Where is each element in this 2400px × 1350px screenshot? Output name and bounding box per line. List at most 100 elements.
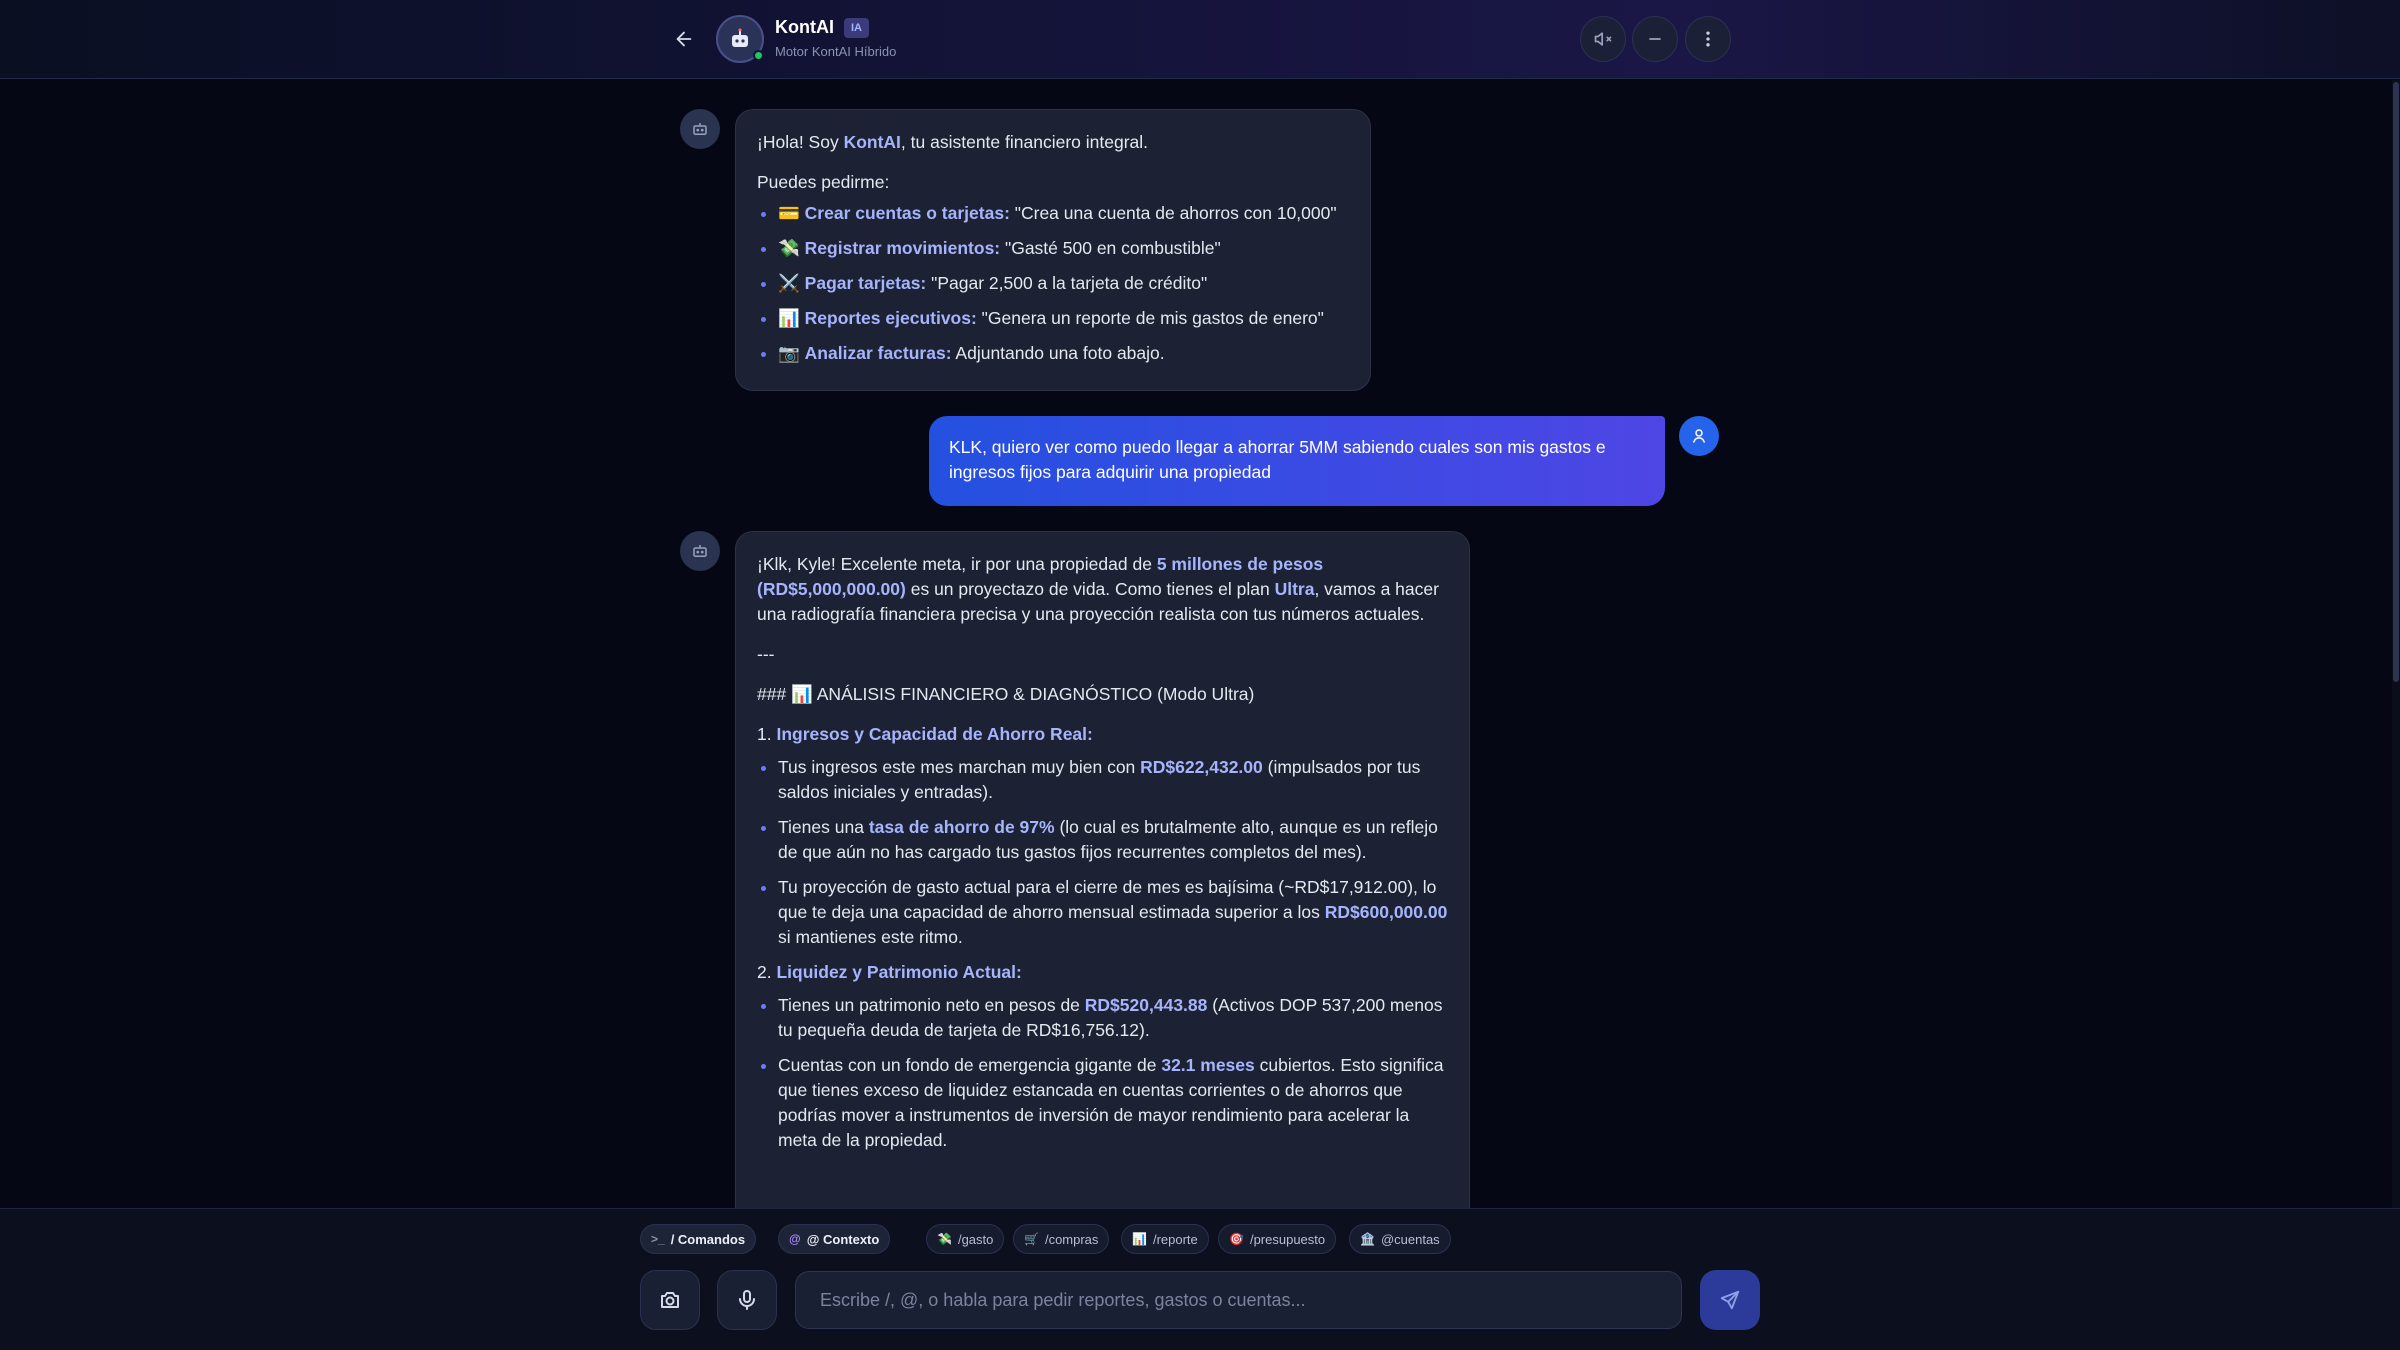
text: si mantienes este ritmo. bbox=[778, 927, 963, 947]
camera-icon bbox=[661, 1292, 679, 1308]
user-icon bbox=[1693, 429, 1705, 443]
microphone-icon bbox=[739, 1290, 755, 1310]
more-options-button[interactable] bbox=[1685, 16, 1731, 62]
bank-icon: 🏦 bbox=[1360, 1232, 1375, 1246]
list-item: 📊 Reportes ejecutivos: "Genera un report… bbox=[757, 306, 1349, 331]
chart-icon: 📊 bbox=[778, 308, 800, 328]
item-label: Crear cuentas o tarjetas: bbox=[804, 203, 1010, 223]
list-item: Tienes una tasa de ahorro de 97% (lo cua… bbox=[757, 815, 1448, 865]
money-icon: 💸 bbox=[778, 238, 800, 258]
greeting-name: KontAI bbox=[843, 132, 901, 152]
chip-label: @ Contexto bbox=[806, 1231, 880, 1247]
at-icon: @ bbox=[789, 1232, 801, 1246]
chart-icon: 📊 bbox=[1132, 1232, 1147, 1246]
chip-gasto[interactable]: 💸 /gasto bbox=[926, 1224, 1005, 1254]
chip-label: /presupuesto bbox=[1249, 1231, 1326, 1247]
greeting-text: , tu asistente financiero integral. bbox=[900, 132, 1149, 152]
microphone-button[interactable] bbox=[717, 1270, 777, 1330]
text: Tienes un patrimonio neto en pesos de bbox=[778, 995, 1085, 1015]
chat-header: KontAI IA Motor KontAI Híbrido bbox=[0, 0, 2400, 79]
robot-icon bbox=[693, 123, 707, 135]
analysis-heading: ### 📊 ANÁLISIS FINANCIERO & DIAGNÓSTICO … bbox=[757, 682, 1448, 707]
list-item: Cuentas con un fondo de emergencia gigan… bbox=[757, 1053, 1448, 1153]
list-item: Tienes un patrimonio neto en pesos de RD… bbox=[757, 993, 1448, 1043]
chip-label: / Comandos bbox=[670, 1231, 746, 1247]
swords-icon: ⚔️ bbox=[778, 273, 800, 293]
target-icon: 🎯 bbox=[1229, 1232, 1244, 1246]
terminal-icon: >_ bbox=[651, 1232, 665, 1246]
list-item: 💳 Crear cuentas o tarjetas: "Crea una cu… bbox=[757, 201, 1349, 226]
list-item: 📷 Analizar facturas: Adjuntando una foto… bbox=[757, 341, 1349, 366]
capabilities-list: 💳 Crear cuentas o tarjetas: "Crea una cu… bbox=[757, 201, 1349, 366]
bot-message-avatar bbox=[680, 109, 720, 149]
chip-label: /gasto bbox=[957, 1231, 994, 1247]
assistant-name: KontAI bbox=[775, 17, 834, 37]
camera-emoji-icon: 📷 bbox=[778, 343, 800, 363]
speaker-mute-icon bbox=[1594, 32, 1612, 46]
scrollbar-thumb[interactable] bbox=[2393, 82, 2399, 682]
chart-icon: 📊 bbox=[791, 684, 813, 704]
item-text: "Pagar 2,500 a la tarjeta de crédito" bbox=[926, 273, 1208, 293]
highlight: RD$622,432.00 bbox=[1140, 757, 1263, 777]
bot-message-greeting: ¡Hola! Soy KontAI, tu asistente financie… bbox=[735, 109, 1371, 391]
text: Tus ingresos este mes marchan muy bien c… bbox=[778, 757, 1141, 777]
chip-reporte[interactable]: 📊 /reporte bbox=[1121, 1224, 1209, 1254]
bot-message-avatar bbox=[680, 531, 720, 571]
section-list: Tienes un patrimonio neto en pesos de RD… bbox=[757, 993, 1448, 1153]
user-avatar bbox=[1679, 416, 1719, 456]
text: Cuentas con un fondo de emergencia gigan… bbox=[778, 1055, 1162, 1075]
chip-context[interactable]: @ @ Contexto bbox=[778, 1224, 891, 1254]
highlight: Ingresos y Capacidad de Ahorro Real: bbox=[776, 724, 1093, 744]
robot-icon bbox=[732, 28, 748, 47]
highlight: 32.1 meses bbox=[1161, 1055, 1255, 1075]
back-button[interactable] bbox=[664, 20, 704, 58]
item-text: "Genera un reporte de mis gastos de ener… bbox=[976, 308, 1324, 328]
list-item: Tu proyección de gasto actual para el ci… bbox=[757, 875, 1448, 950]
bot-message-analysis: ¡Klk, Kyle! Excelente meta, ir por una p… bbox=[735, 531, 1470, 1208]
item-label: Reportes ejecutivos: bbox=[804, 308, 977, 328]
highlight: tasa de ahorro de 97% bbox=[868, 817, 1055, 837]
greeting-line: ¡Hola! Soy KontAI, tu asistente financie… bbox=[757, 130, 1349, 155]
chat-messages-area[interactable]: ¡Hola! Soy KontAI, tu asistente financie… bbox=[0, 80, 2400, 1208]
text: Tienes una bbox=[778, 817, 869, 837]
text: ### bbox=[757, 684, 792, 704]
assistant-subtitle: Motor KontAI Híbrido bbox=[775, 44, 897, 59]
chip-cuentas[interactable]: 🏦 @cuentas bbox=[1349, 1224, 1451, 1254]
section-title: 1. Ingresos y Capacidad de Ahorro Real: bbox=[757, 722, 1448, 747]
item-label: Analizar facturas: bbox=[804, 343, 952, 363]
more-vertical-icon bbox=[1706, 31, 1710, 47]
analysis-intro: ¡Klk, Kyle! Excelente meta, ir por una p… bbox=[757, 552, 1448, 627]
text: ¡Klk, Kyle! Excelente meta, ir por una p… bbox=[757, 554, 1157, 574]
send-icon bbox=[1720, 1290, 1740, 1310]
greeting-intro: Puedes pedirme: bbox=[757, 172, 890, 192]
online-status-dot bbox=[753, 50, 764, 61]
list-item: 💸 Registrar movimientos: "Gasté 500 en c… bbox=[757, 236, 1349, 261]
money-icon: 💸 bbox=[937, 1232, 952, 1246]
text: 2. bbox=[757, 962, 777, 982]
text: 1. bbox=[757, 724, 777, 744]
item-label: Registrar movimientos: bbox=[804, 238, 1001, 258]
highlight: RD$520,443.88 bbox=[1084, 995, 1208, 1015]
item-text: "Crea una cuenta de ahorros con 10,000" bbox=[1009, 203, 1337, 223]
minimize-button[interactable] bbox=[1632, 16, 1678, 62]
list-item: Tus ingresos este mes marchan muy bien c… bbox=[757, 755, 1448, 805]
cart-icon: 🛒 bbox=[1024, 1232, 1039, 1246]
chip-label: /compras bbox=[1044, 1231, 1099, 1247]
chip-compras[interactable]: 🛒 /compras bbox=[1013, 1224, 1110, 1254]
chip-label: @cuentas bbox=[1380, 1231, 1440, 1247]
send-button[interactable] bbox=[1700, 1270, 1760, 1330]
highlight: RD$600,000.00 bbox=[1324, 902, 1448, 922]
highlight: Ultra bbox=[1274, 579, 1315, 599]
list-item: ⚔️ Pagar tarjetas: "Pagar 2,500 a la tar… bbox=[757, 271, 1349, 296]
item-text: "Gasté 500 en combustible" bbox=[1000, 238, 1221, 258]
section-list: Tus ingresos este mes marchan muy bien c… bbox=[757, 755, 1448, 950]
camera-button[interactable] bbox=[640, 1270, 700, 1330]
card-icon: 💳 bbox=[778, 203, 800, 223]
item-label: Pagar tarjetas: bbox=[804, 273, 927, 293]
chip-presupuesto[interactable]: 🎯 /presupuesto bbox=[1218, 1224, 1337, 1254]
mute-button[interactable] bbox=[1580, 16, 1626, 62]
message-input[interactable] bbox=[795, 1271, 1682, 1329]
chip-commands[interactable]: >_ / Comandos bbox=[640, 1224, 757, 1254]
highlight: Liquidez y Patrimonio Actual: bbox=[776, 962, 1022, 982]
robot-icon bbox=[693, 545, 707, 557]
